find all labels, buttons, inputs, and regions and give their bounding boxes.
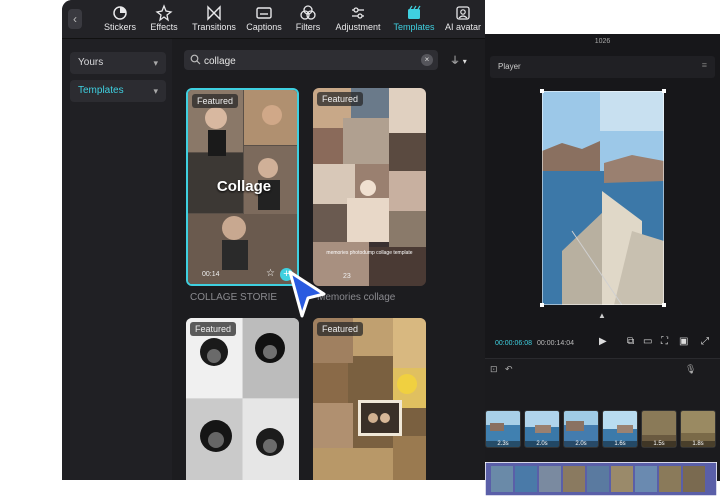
clip-duration: 2.0s — [564, 441, 598, 447]
tool-filters[interactable]: Filters — [290, 4, 326, 32]
tool-transitions[interactable]: Transitions — [190, 4, 238, 32]
back-button[interactable]: ‹ — [68, 9, 82, 29]
search-input[interactable] — [202, 52, 416, 70]
tool-label: Effects — [150, 22, 178, 32]
template-card[interactable]: Featured — [313, 318, 426, 480]
tool-label: Transitions — [192, 22, 236, 32]
template-card-memories-collage[interactable]: Featured memories photodump collage temp… — [313, 88, 426, 286]
chevron-down-icon: ▾ — [153, 86, 158, 96]
tool-label: Captions — [246, 22, 282, 32]
tool-adjustment[interactable]: Adjustment — [332, 4, 384, 32]
template-uses: 23 — [343, 273, 351, 280]
timeline-clip[interactable]: 1.6s — [602, 410, 638, 448]
featured-badge: Featured — [317, 92, 364, 106]
clip-duration: 1.5s — [642, 441, 676, 447]
search-bar: × — [184, 50, 438, 70]
current-time: 00:00:06:08 — [495, 340, 532, 347]
filters-icon — [300, 5, 316, 20]
fullscreen-icon[interactable]: ⤢ — [701, 336, 709, 347]
tool-templates[interactable]: Templates — [390, 4, 438, 32]
tool-stickers[interactable]: Stickers — [102, 4, 138, 32]
cursor-icon — [288, 270, 326, 318]
top-toolbar: ‹ Stickers Effects Transitions Captions … — [62, 0, 485, 39]
menu-icon[interactable]: ≡ — [702, 60, 707, 70]
clip-duration: 2.0s — [525, 441, 559, 447]
tool-label: Filters — [295, 22, 321, 32]
sidebar-item-label: Templates — [78, 85, 124, 96]
star-icon[interactable]: ☆ — [266, 268, 275, 279]
trim-icon[interactable]: ⊡ — [490, 364, 498, 375]
tool-label: Stickers — [103, 22, 136, 32]
player-label: Player — [498, 62, 521, 71]
timeline-track[interactable] — [485, 462, 717, 496]
template-card-collage-stories[interactable]: Featured Collage 00:14 ☆ + — [186, 88, 299, 286]
tool-ai-avatar[interactable]: AI avatar — [442, 4, 484, 32]
sidebar-item-yours[interactable]: Yours ▾ — [70, 52, 166, 74]
captions-icon — [256, 7, 272, 19]
clip-duration: 1.8s — [681, 441, 715, 447]
template-card[interactable]: Featured — [186, 318, 299, 480]
chevron-down-icon: ▾ — [153, 58, 158, 68]
timeline-clip[interactable]: 2.0s — [524, 410, 560, 448]
tool-captions[interactable]: Captions — [244, 4, 284, 32]
clear-icon[interactable]: × — [421, 54, 433, 66]
clip-duration: 2.3s — [486, 441, 520, 447]
search-icon — [190, 54, 201, 65]
sidebar: Yours ▾ Templates ▾ — [62, 39, 172, 480]
featured-badge: Featured — [317, 322, 364, 336]
template-thumbnail — [313, 318, 426, 480]
undo-icon[interactable]: ↶ — [505, 364, 513, 375]
total-time: 00:00:14:04 — [537, 340, 574, 347]
screen-icon[interactable]: ▣ — [679, 336, 688, 347]
sidebar-item-label: Yours — [78, 57, 104, 68]
adjustment-icon — [352, 7, 364, 19]
player-header: Player ≡ — [490, 56, 715, 78]
effects-icon — [155, 4, 173, 22]
resize-handle[interactable] — [662, 89, 666, 93]
transitions-icon — [207, 5, 221, 21]
template-caption: memories photodump collage template — [326, 250, 413, 256]
window-title: 1026 — [594, 38, 611, 45]
template-thumbnail — [313, 88, 426, 286]
featured-badge: Featured — [190, 322, 237, 336]
template-overlay-text: Collage — [216, 178, 272, 195]
timeline-clip[interactable]: 2.0s — [563, 410, 599, 448]
timeline-clip[interactable]: 1.8s — [680, 410, 716, 448]
featured-badge: Featured — [192, 94, 239, 108]
resize-handle[interactable] — [662, 303, 666, 307]
tool-effects[interactable]: Effects — [146, 4, 182, 32]
tool-label: Templates — [393, 22, 435, 32]
resize-handle[interactable] — [540, 303, 544, 307]
video-preview — [542, 91, 664, 305]
resize-handle[interactable] — [540, 89, 544, 93]
templates-icon — [408, 5, 421, 19]
template-thumbnail — [186, 318, 299, 480]
tool-label: AI avatar — [444, 22, 482, 32]
filter-button[interactable]: ⏚ ▾ — [450, 52, 467, 67]
filter-icon: ⏚ — [450, 56, 460, 67]
sticker-icon — [113, 6, 127, 20]
editor-window: ‹ Stickers Effects Transitions Captions … — [62, 0, 485, 480]
play-icon[interactable]: ▶ — [599, 336, 607, 347]
ai-avatar-icon — [456, 6, 470, 20]
mic-icon[interactable]: 🎙 — [685, 364, 696, 375]
sidebar-item-templates[interactable]: Templates ▾ — [70, 80, 166, 102]
template-duration: 00:14 — [202, 271, 220, 278]
crop-icon[interactable]: ⧉ — [627, 336, 634, 347]
template-title: COLLAGE STORIE — [190, 292, 278, 303]
chevron-down-icon: ▾ — [462, 57, 467, 66]
clip-duration: 1.6s — [603, 441, 637, 447]
player-panel: 1026 Player ≡ ▲ 00:00:06:08 00:00:14:04 … — [485, 34, 720, 496]
ratio-icon[interactable]: ▭ — [643, 336, 652, 347]
timeline-clip[interactable]: 1.5s — [641, 410, 677, 448]
drag-handle-icon[interactable]: ▲ — [598, 311, 606, 320]
timeline-clip[interactable]: 2.3s — [485, 410, 521, 448]
fit-icon[interactable]: ⛶ — [661, 336, 668, 347]
tool-label: Adjustment — [335, 22, 381, 32]
